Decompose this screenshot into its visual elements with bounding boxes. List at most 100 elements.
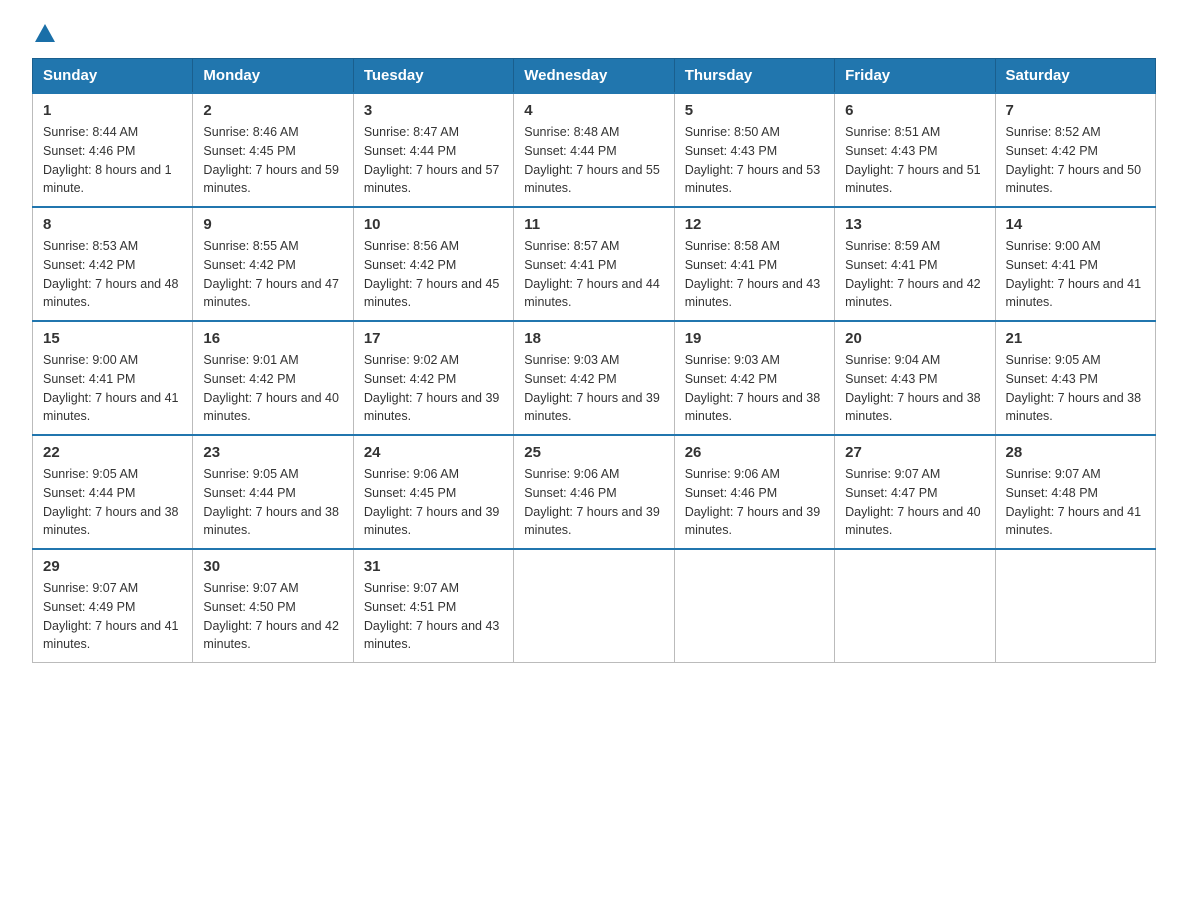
header-tuesday: Tuesday xyxy=(353,59,513,94)
day-info: Sunrise: 8:46 AM Sunset: 4:45 PM Dayligh… xyxy=(203,123,342,198)
calendar-cell: 8 Sunrise: 8:53 AM Sunset: 4:42 PM Dayli… xyxy=(33,207,193,321)
calendar-cell xyxy=(674,549,834,663)
day-info: Sunrise: 9:00 AM Sunset: 4:41 PM Dayligh… xyxy=(1006,237,1145,312)
calendar-body: 1 Sunrise: 8:44 AM Sunset: 4:46 PM Dayli… xyxy=(33,93,1156,663)
calendar-cell: 4 Sunrise: 8:48 AM Sunset: 4:44 PM Dayli… xyxy=(514,93,674,207)
calendar-week-3: 15 Sunrise: 9:00 AM Sunset: 4:41 PM Dayl… xyxy=(33,321,1156,435)
header-friday: Friday xyxy=(835,59,995,94)
calendar-cell: 10 Sunrise: 8:56 AM Sunset: 4:42 PM Dayl… xyxy=(353,207,513,321)
day-number: 5 xyxy=(685,102,824,119)
day-number: 30 xyxy=(203,558,342,575)
day-info: Sunrise: 9:04 AM Sunset: 4:43 PM Dayligh… xyxy=(845,351,984,426)
day-info: Sunrise: 9:06 AM Sunset: 4:46 PM Dayligh… xyxy=(524,465,663,540)
day-info: Sunrise: 9:00 AM Sunset: 4:41 PM Dayligh… xyxy=(43,351,182,426)
day-number: 27 xyxy=(845,444,984,461)
day-number: 23 xyxy=(203,444,342,461)
day-info: Sunrise: 8:57 AM Sunset: 4:41 PM Dayligh… xyxy=(524,237,663,312)
calendar-table: SundayMondayTuesdayWednesdayThursdayFrid… xyxy=(32,58,1156,663)
calendar-cell xyxy=(995,549,1155,663)
day-info: Sunrise: 9:07 AM Sunset: 4:47 PM Dayligh… xyxy=(845,465,984,540)
calendar-cell: 31 Sunrise: 9:07 AM Sunset: 4:51 PM Dayl… xyxy=(353,549,513,663)
day-number: 13 xyxy=(845,216,984,233)
logo-triangle-icon xyxy=(35,24,55,42)
day-number: 22 xyxy=(43,444,182,461)
header-thursday: Thursday xyxy=(674,59,834,94)
calendar-week-1: 1 Sunrise: 8:44 AM Sunset: 4:46 PM Dayli… xyxy=(33,93,1156,207)
day-number: 10 xyxy=(364,216,503,233)
day-info: Sunrise: 8:55 AM Sunset: 4:42 PM Dayligh… xyxy=(203,237,342,312)
calendar-cell: 16 Sunrise: 9:01 AM Sunset: 4:42 PM Dayl… xyxy=(193,321,353,435)
day-info: Sunrise: 9:03 AM Sunset: 4:42 PM Dayligh… xyxy=(685,351,824,426)
calendar-cell: 6 Sunrise: 8:51 AM Sunset: 4:43 PM Dayli… xyxy=(835,93,995,207)
calendar-week-2: 8 Sunrise: 8:53 AM Sunset: 4:42 PM Dayli… xyxy=(33,207,1156,321)
calendar-cell: 21 Sunrise: 9:05 AM Sunset: 4:43 PM Dayl… xyxy=(995,321,1155,435)
day-info: Sunrise: 9:06 AM Sunset: 4:45 PM Dayligh… xyxy=(364,465,503,540)
header-sunday: Sunday xyxy=(33,59,193,94)
day-info: Sunrise: 9:06 AM Sunset: 4:46 PM Dayligh… xyxy=(685,465,824,540)
calendar-cell xyxy=(835,549,995,663)
calendar-cell: 14 Sunrise: 9:00 AM Sunset: 4:41 PM Dayl… xyxy=(995,207,1155,321)
calendar-cell: 26 Sunrise: 9:06 AM Sunset: 4:46 PM Dayl… xyxy=(674,435,834,549)
logo xyxy=(32,24,58,42)
day-info: Sunrise: 8:51 AM Sunset: 4:43 PM Dayligh… xyxy=(845,123,984,198)
calendar-cell: 2 Sunrise: 8:46 AM Sunset: 4:45 PM Dayli… xyxy=(193,93,353,207)
calendar-cell: 19 Sunrise: 9:03 AM Sunset: 4:42 PM Dayl… xyxy=(674,321,834,435)
day-number: 25 xyxy=(524,444,663,461)
day-number: 20 xyxy=(845,330,984,347)
day-number: 3 xyxy=(364,102,503,119)
day-number: 17 xyxy=(364,330,503,347)
calendar-cell: 18 Sunrise: 9:03 AM Sunset: 4:42 PM Dayl… xyxy=(514,321,674,435)
day-info: Sunrise: 9:01 AM Sunset: 4:42 PM Dayligh… xyxy=(203,351,342,426)
day-number: 12 xyxy=(685,216,824,233)
page-header xyxy=(32,24,1156,42)
day-number: 4 xyxy=(524,102,663,119)
calendar-cell: 11 Sunrise: 8:57 AM Sunset: 4:41 PM Dayl… xyxy=(514,207,674,321)
day-info: Sunrise: 8:53 AM Sunset: 4:42 PM Dayligh… xyxy=(43,237,182,312)
day-number: 9 xyxy=(203,216,342,233)
calendar-cell: 5 Sunrise: 8:50 AM Sunset: 4:43 PM Dayli… xyxy=(674,93,834,207)
calendar-cell: 15 Sunrise: 9:00 AM Sunset: 4:41 PM Dayl… xyxy=(33,321,193,435)
day-number: 14 xyxy=(1006,216,1145,233)
day-info: Sunrise: 9:05 AM Sunset: 4:44 PM Dayligh… xyxy=(203,465,342,540)
calendar-cell: 7 Sunrise: 8:52 AM Sunset: 4:42 PM Dayli… xyxy=(995,93,1155,207)
header-row: SundayMondayTuesdayWednesdayThursdayFrid… xyxy=(33,59,1156,94)
day-number: 2 xyxy=(203,102,342,119)
calendar-cell: 1 Sunrise: 8:44 AM Sunset: 4:46 PM Dayli… xyxy=(33,93,193,207)
calendar-cell: 9 Sunrise: 8:55 AM Sunset: 4:42 PM Dayli… xyxy=(193,207,353,321)
day-info: Sunrise: 8:50 AM Sunset: 4:43 PM Dayligh… xyxy=(685,123,824,198)
day-number: 8 xyxy=(43,216,182,233)
calendar-cell: 30 Sunrise: 9:07 AM Sunset: 4:50 PM Dayl… xyxy=(193,549,353,663)
day-info: Sunrise: 9:05 AM Sunset: 4:44 PM Dayligh… xyxy=(43,465,182,540)
calendar-cell: 23 Sunrise: 9:05 AM Sunset: 4:44 PM Dayl… xyxy=(193,435,353,549)
day-number: 7 xyxy=(1006,102,1145,119)
calendar-week-5: 29 Sunrise: 9:07 AM Sunset: 4:49 PM Dayl… xyxy=(33,549,1156,663)
day-info: Sunrise: 9:05 AM Sunset: 4:43 PM Dayligh… xyxy=(1006,351,1145,426)
calendar-cell: 27 Sunrise: 9:07 AM Sunset: 4:47 PM Dayl… xyxy=(835,435,995,549)
day-number: 26 xyxy=(685,444,824,461)
day-number: 19 xyxy=(685,330,824,347)
day-info: Sunrise: 8:58 AM Sunset: 4:41 PM Dayligh… xyxy=(685,237,824,312)
header-monday: Monday xyxy=(193,59,353,94)
header-saturday: Saturday xyxy=(995,59,1155,94)
calendar-cell: 24 Sunrise: 9:06 AM Sunset: 4:45 PM Dayl… xyxy=(353,435,513,549)
calendar-cell: 17 Sunrise: 9:02 AM Sunset: 4:42 PM Dayl… xyxy=(353,321,513,435)
day-info: Sunrise: 9:02 AM Sunset: 4:42 PM Dayligh… xyxy=(364,351,503,426)
day-number: 18 xyxy=(524,330,663,347)
day-info: Sunrise: 9:03 AM Sunset: 4:42 PM Dayligh… xyxy=(524,351,663,426)
day-number: 1 xyxy=(43,102,182,119)
day-info: Sunrise: 8:56 AM Sunset: 4:42 PM Dayligh… xyxy=(364,237,503,312)
day-number: 28 xyxy=(1006,444,1145,461)
day-number: 15 xyxy=(43,330,182,347)
day-info: Sunrise: 8:47 AM Sunset: 4:44 PM Dayligh… xyxy=(364,123,503,198)
day-info: Sunrise: 8:44 AM Sunset: 4:46 PM Dayligh… xyxy=(43,123,182,198)
calendar-cell: 22 Sunrise: 9:05 AM Sunset: 4:44 PM Dayl… xyxy=(33,435,193,549)
calendar-cell: 28 Sunrise: 9:07 AM Sunset: 4:48 PM Dayl… xyxy=(995,435,1155,549)
calendar-cell xyxy=(514,549,674,663)
calendar-cell: 13 Sunrise: 8:59 AM Sunset: 4:41 PM Dayl… xyxy=(835,207,995,321)
calendar-cell: 20 Sunrise: 9:04 AM Sunset: 4:43 PM Dayl… xyxy=(835,321,995,435)
header-wednesday: Wednesday xyxy=(514,59,674,94)
calendar-cell: 3 Sunrise: 8:47 AM Sunset: 4:44 PM Dayli… xyxy=(353,93,513,207)
day-number: 29 xyxy=(43,558,182,575)
calendar-header: SundayMondayTuesdayWednesdayThursdayFrid… xyxy=(33,59,1156,94)
day-number: 21 xyxy=(1006,330,1145,347)
